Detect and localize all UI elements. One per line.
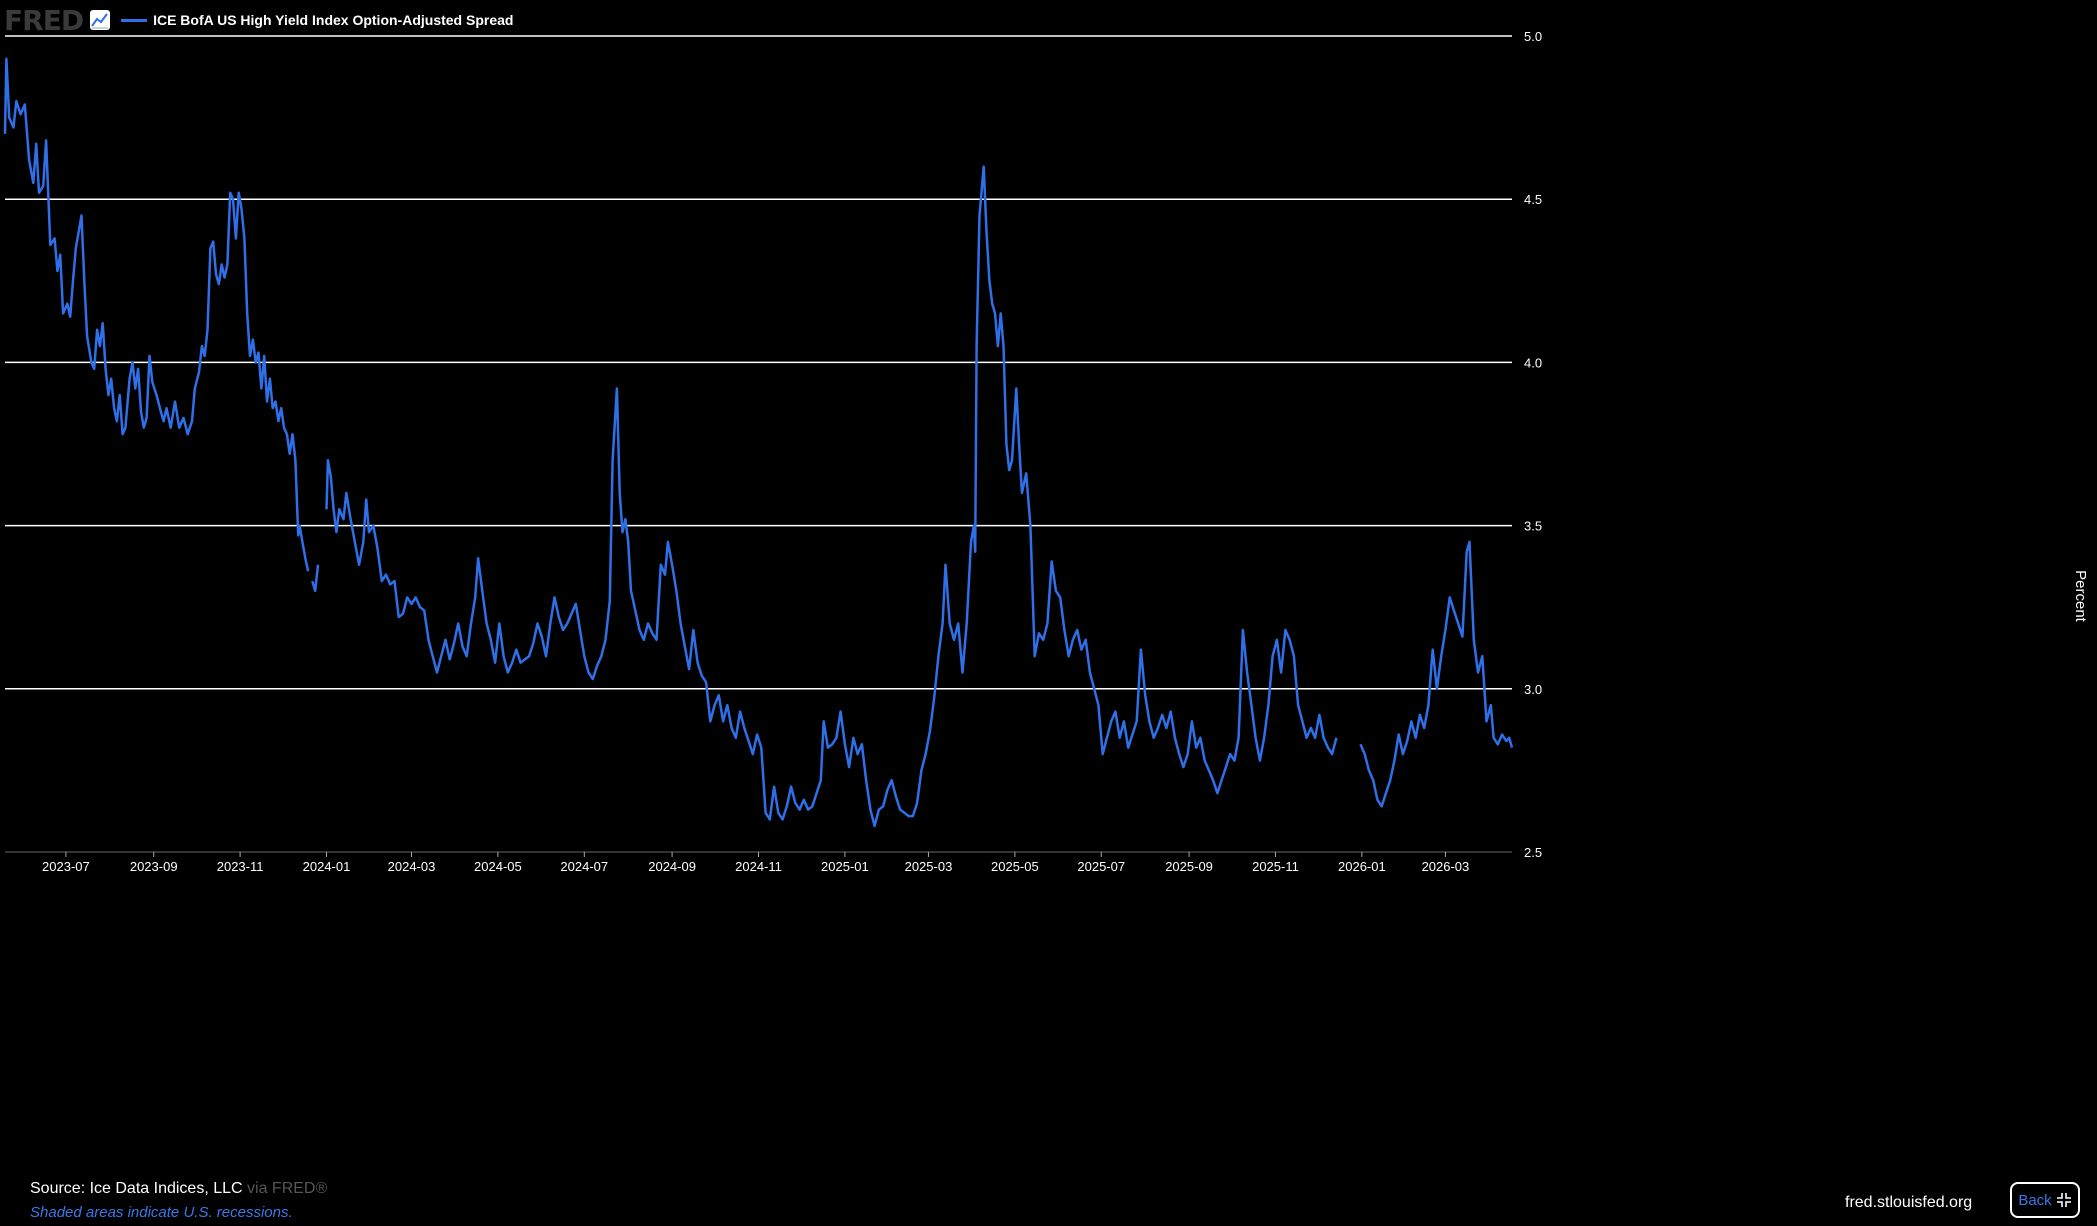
collapse-icon xyxy=(2056,1193,2071,1207)
x-axis-ticks: 2023-07 2023-09 2023-11 2024-01 2024-03 2024-… xyxy=(42,852,1469,874)
x-tick-label: 2024-07 xyxy=(560,859,608,874)
y-tick-label: 3.5 xyxy=(1524,519,1542,534)
x-tick-label: 2024-11 xyxy=(735,859,782,874)
x-tick-label: 2024-03 xyxy=(388,859,436,874)
legend-swatch xyxy=(121,18,148,22)
trend-chart-icon[interactable] xyxy=(89,9,111,31)
x-tick-label: 2025-03 xyxy=(905,859,953,874)
x-tick-label: 2023-07 xyxy=(42,859,90,874)
source-text: Source: Ice Data Indices, LLC xyxy=(30,1180,243,1197)
x-tick-label: 2026-01 xyxy=(1338,859,1386,874)
x-tick-label: 2023-09 xyxy=(130,859,178,874)
recession-note: Shaded areas indicate U.S. recessions. xyxy=(30,1204,293,1221)
line-chart: 2.5 3.0 3.5 4.0 4.5 5.0 2023-07 2023-09 2023-11… xyxy=(3,29,2089,874)
x-tick-label: 2024-01 xyxy=(303,859,351,874)
back-button-label: Back xyxy=(2018,1191,2052,1209)
y-tick-label: 4.5 xyxy=(1524,192,1542,207)
series-layer xyxy=(3,57,1514,828)
x-tick-label: 2025-09 xyxy=(1165,859,1213,874)
x-tick-label: 2025-11 xyxy=(1252,859,1299,874)
y-axis-ticks: 2.5 3.0 3.5 4.0 4.5 5.0 xyxy=(1524,29,1542,860)
legend-label: ICE BofA US High Yield Index Option-Adju… xyxy=(153,12,514,28)
chart-header: FRED ICE BofA US High Yield Index Option… xyxy=(4,4,514,37)
fred-url[interactable]: fred.stlouisfed.org xyxy=(1845,1194,1972,1212)
y-axis-label: Percent xyxy=(2072,570,2089,623)
x-tick-label: 2026-03 xyxy=(1422,859,1470,874)
back-button[interactable]: Back xyxy=(2010,1182,2080,1218)
via-fred-text: via FRED® xyxy=(247,1180,328,1197)
fred-logo[interactable]: FRED xyxy=(4,4,84,37)
x-tick-label: 2025-01 xyxy=(821,859,869,874)
x-tick-label: 2024-05 xyxy=(474,859,522,874)
grid-lines xyxy=(5,35,1512,853)
x-tick-label: 2023-11 xyxy=(217,859,264,874)
x-tick-label: 2024-09 xyxy=(648,859,696,874)
x-tick-label: 2025-05 xyxy=(991,859,1039,874)
y-tick-label: 3.0 xyxy=(1524,682,1542,697)
y-tick-label: 2.5 xyxy=(1524,845,1542,860)
source-line: Source: Ice Data Indices, LLC via FRED® xyxy=(30,1180,327,1198)
x-tick-label: 2025-07 xyxy=(1077,859,1125,874)
y-tick-label: 4.0 xyxy=(1524,355,1542,370)
series-line xyxy=(3,57,1514,828)
y-tick-label: 5.0 xyxy=(1524,29,1542,44)
